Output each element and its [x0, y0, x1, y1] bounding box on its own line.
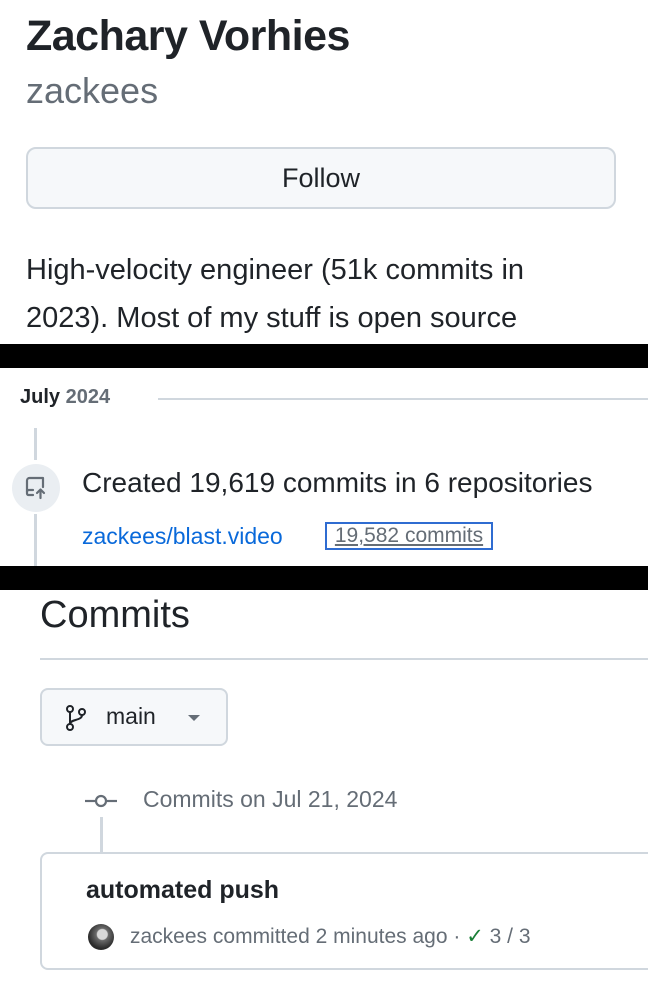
month-divider: [158, 398, 648, 400]
commit-verb: committed: [212, 925, 310, 948]
checks-count[interactable]: 3 / 3: [490, 925, 531, 948]
commit-message[interactable]: automated push: [86, 876, 279, 905]
timeline-line: [34, 514, 37, 566]
activity-title: Created 19,619 commits in 6 repositories: [82, 467, 593, 498]
commit-meta: zackees committed 2 minutes ago · ✓ 3 / …: [130, 924, 531, 949]
profile-bio: High-velocity engineer (51k commits in 2…: [26, 246, 636, 342]
page-title: Commits: [40, 594, 190, 636]
branch-name: main: [106, 703, 156, 729]
profile-login: zackees: [26, 70, 159, 111]
git-commit-icon: [85, 794, 117, 808]
commits-panel: Commits main Commits on Jul 21, 2024 aut…: [0, 590, 648, 993]
check-icon[interactable]: ✓: [466, 925, 484, 948]
branch-selector[interactable]: main: [40, 688, 228, 746]
commit-list-item[interactable]: automated push zackees committed 2 minut…: [40, 852, 648, 970]
panel-separator: [0, 344, 648, 368]
repo-link[interactable]: zackees/blast.video: [82, 523, 283, 550]
chevron-down-icon: [188, 715, 200, 721]
bio-line: 2023). Most of my stuff is open source: [26, 302, 518, 334]
git-branch-icon: [66, 705, 86, 731]
heading-divider: [40, 658, 648, 660]
commit-date-header: Commits on Jul 21, 2024: [143, 786, 398, 812]
activity-month: July 2024: [20, 386, 110, 409]
bio-line: High-velocity engineer (51k commits in: [26, 254, 525, 286]
commit-author[interactable]: zackees: [130, 925, 207, 948]
month-label: July: [20, 386, 61, 408]
timeline-line: [34, 428, 37, 460]
profile-name: Zachary Vorhies: [26, 12, 350, 60]
timeline-line: [100, 817, 103, 853]
avatar[interactable]: [88, 924, 114, 950]
panel-separator: [0, 566, 648, 590]
follow-button[interactable]: Follow: [26, 147, 616, 209]
activity-panel: July 2024 Created 19,619 commits in 6 re…: [0, 368, 648, 566]
commit-time: 2 minutes ago: [315, 925, 448, 948]
profile-panel: Zachary Vorhies zackees Follow High-velo…: [0, 0, 648, 344]
meta-separator: ·: [453, 925, 461, 948]
repo-push-icon: [12, 464, 60, 512]
year-label: 2024: [65, 386, 111, 408]
repo-commits-link[interactable]: 19,582 commits: [325, 522, 493, 550]
